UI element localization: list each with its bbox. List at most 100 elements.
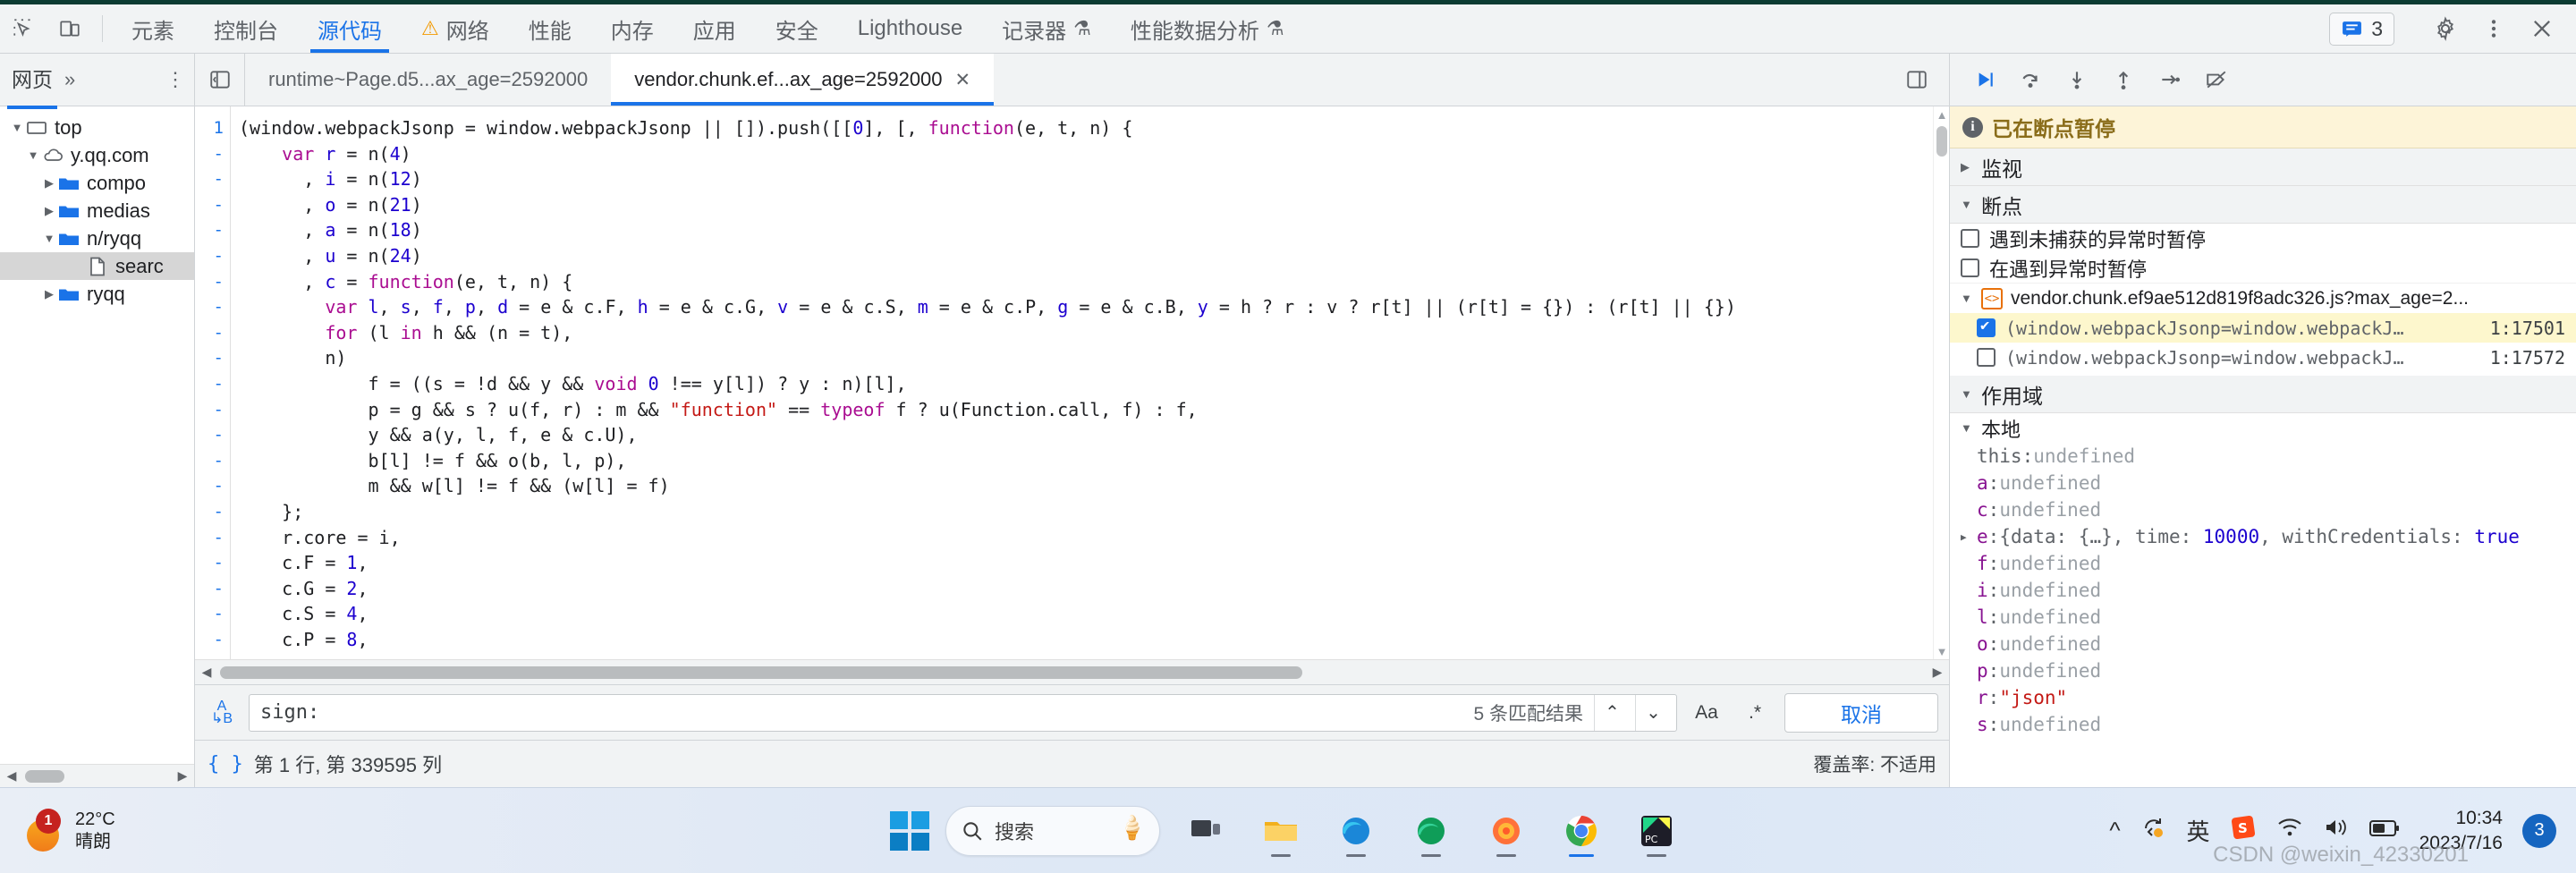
chevron-down-icon[interactable]: ▼ (1961, 387, 1973, 401)
tab-lighthouse[interactable]: Lighthouse (838, 4, 982, 53)
pause-uncaught-checkbox[interactable] (1961, 229, 1979, 248)
chevron-down-icon[interactable]: ▼ (1961, 292, 1973, 305)
chevron-right-icon[interactable]: ▶ (41, 176, 57, 191)
tree-item-top[interactable]: ▼ top (0, 114, 194, 141)
pause-exceptions-row[interactable]: 在遇到异常时暂停 (1950, 253, 2576, 283)
scope-variable-row[interactable]: ▶ e: {data: {…}, time: 10000, withCredent… (1950, 523, 2576, 550)
taskbar-clock[interactable]: 10:34 2023/7/16 (2419, 806, 2503, 855)
volume-icon[interactable] (2323, 816, 2350, 845)
search-input[interactable]: sign: (260, 701, 1468, 724)
fold-marker[interactable]: - (195, 166, 230, 192)
scope-variable-row[interactable]: this: undefined (1950, 443, 2576, 470)
regex-toggle[interactable]: .* (1736, 702, 1774, 724)
chevron-right-icon[interactable]: ▶ (41, 287, 57, 301)
fold-marker[interactable]: - (195, 269, 230, 295)
sogou-input-icon[interactable]: S (2230, 814, 2257, 847)
tab-sources[interactable]: 源代码 (298, 4, 402, 53)
section-breakpoints[interactable]: ▼ 断点 (1950, 186, 2576, 224)
device-toolbar-icon[interactable] (47, 4, 93, 53)
editor-scroll-thumb[interactable] (1936, 126, 1947, 157)
scroll-left-icon[interactable]: ◀ (0, 768, 23, 784)
fold-marker[interactable]: - (195, 448, 230, 474)
scroll-up-icon[interactable]: ▲ (1934, 106, 1949, 123)
fold-marker[interactable]: - (195, 397, 230, 423)
tab-memory[interactable]: 内存 (591, 4, 674, 53)
fold-marker[interactable]: - (195, 525, 230, 551)
start-button-icon[interactable] (890, 810, 929, 851)
breakpoint-item[interactable]: (window.webpackJsonp=window.webpackJ… 1:… (1950, 313, 2576, 343)
taskview-button[interactable] (1176, 801, 1235, 860)
navigator-scroll-track[interactable] (23, 764, 171, 789)
show-hidden-icons-icon[interactable]: ^ (2109, 817, 2120, 844)
edge-beta-button[interactable] (1402, 801, 1461, 860)
tree-item-n-ryqq[interactable]: ▼ n/ryqq (0, 225, 194, 252)
fold-marker[interactable]: - (195, 371, 230, 397)
scope-local-group[interactable]: ▼ 本地 (1950, 413, 2576, 443)
scope-variable-row[interactable]: l: undefined (1950, 604, 2576, 631)
fold-marker[interactable]: - (195, 601, 230, 627)
pause-uncaught-exceptions-row[interactable]: 遇到未捕获的异常时暂停 (1950, 224, 2576, 253)
scope-variable-row[interactable]: s: undefined (1950, 711, 2576, 738)
tree-item-components[interactable]: ▶ compo (0, 169, 194, 197)
show-debugger-sidebar-icon[interactable] (1895, 61, 1938, 98)
tab-network[interactable]: ⚠ 网络 (402, 4, 509, 53)
section-watch[interactable]: ▶ 监视 (1950, 148, 2576, 186)
fold-marker[interactable]: - (195, 576, 230, 602)
ime-indicator[interactable]: 英 (2187, 814, 2210, 847)
edge-button[interactable] (1326, 801, 1385, 860)
fold-marker[interactable]: - (195, 141, 230, 167)
search-field-wrapper[interactable]: sign: 5 条匹配结果 ⌃ ⌄ (249, 693, 1677, 732)
tab-performance-insights[interactable]: 性能数据分析 ⚗ (1111, 4, 1304, 53)
issues-badge[interactable]: 3 (2329, 12, 2394, 46)
fold-marker[interactable]: - (195, 192, 230, 218)
step-into-icon[interactable] (2055, 60, 2098, 99)
tab-recorder[interactable]: 记录器 ⚗ (982, 4, 1111, 53)
fold-marker[interactable]: - (195, 294, 230, 320)
chevron-right-icon[interactable]: ▶ (1961, 160, 1973, 174)
fold-marker[interactable]: - (195, 320, 230, 346)
inspect-element-icon[interactable] (0, 4, 47, 53)
scroll-right-icon[interactable]: ▶ (171, 768, 194, 784)
chevron-down-icon[interactable]: ▼ (1961, 198, 1973, 211)
navigator-more-options-icon[interactable]: ⋮ (165, 68, 185, 91)
editor-vertical-scrollbar[interactable]: ▲ ▼ (1933, 106, 1949, 659)
tab-performance[interactable]: 性能 (509, 4, 591, 53)
scroll-right-icon[interactable]: ▶ (1926, 665, 1949, 680)
sync-icon[interactable] (2140, 814, 2167, 847)
scope-variable-row[interactable]: f: undefined (1950, 550, 2576, 577)
scope-variable-row[interactable]: p: undefined (1950, 657, 2576, 684)
pause-exceptions-checkbox[interactable] (1961, 259, 1979, 277)
file-tab-runtime[interactable]: runtime~Page.d5...ax_age=2592000 (245, 54, 611, 106)
tab-elements[interactable]: 元素 (112, 4, 194, 53)
cancel-button[interactable]: 取消 (1784, 692, 1938, 733)
fold-marker[interactable]: - (195, 422, 230, 448)
scope-variable-row[interactable]: c: undefined (1950, 496, 2576, 523)
step-icon[interactable] (2148, 60, 2191, 99)
close-icon[interactable] (2521, 10, 2563, 47)
fold-marker[interactable]: - (195, 217, 230, 243)
chevron-down-icon[interactable]: ▼ (25, 148, 41, 162)
editor-scroll-thumb-horizontal[interactable] (220, 665, 1302, 679)
fold-marker[interactable]: - (195, 499, 230, 525)
pycharm-button[interactable]: PC (1627, 801, 1686, 860)
breakpoint-item[interactable]: (window.webpackJsonp=window.webpackJ… 1:… (1950, 343, 2576, 372)
tab-application[interactable]: 应用 (674, 4, 756, 53)
file-explorer-button[interactable] (1251, 801, 1310, 860)
navigator-more-tabs[interactable]: » (64, 68, 75, 91)
search-prev-icon[interactable]: ⌃ (1594, 694, 1630, 731)
firefox-button[interactable] (1477, 801, 1536, 860)
chevron-down-icon[interactable]: ▼ (1961, 421, 1973, 435)
toggle-navigator-icon[interactable] (195, 54, 245, 106)
gear-icon[interactable] (2424, 10, 2467, 47)
chrome-button[interactable] (1552, 801, 1611, 860)
navigator-scroll-thumb[interactable] (25, 769, 64, 783)
fold-marker[interactable]: - (195, 345, 230, 371)
fold-marker[interactable]: - (195, 550, 230, 576)
chevron-down-icon[interactable]: ▼ (9, 121, 25, 134)
editor-scroll-track[interactable] (218, 660, 1926, 685)
code-content[interactable]: (window.webpackJsonp = window.webpackJso… (231, 106, 1949, 659)
fold-marker[interactable]: - (195, 243, 230, 269)
scope-variable-row[interactable]: r: "json" (1950, 684, 2576, 711)
tree-item-yqqcom[interactable]: ▼ y.qq.com (0, 141, 194, 169)
scope-variable-row[interactable]: a: undefined (1950, 470, 2576, 496)
